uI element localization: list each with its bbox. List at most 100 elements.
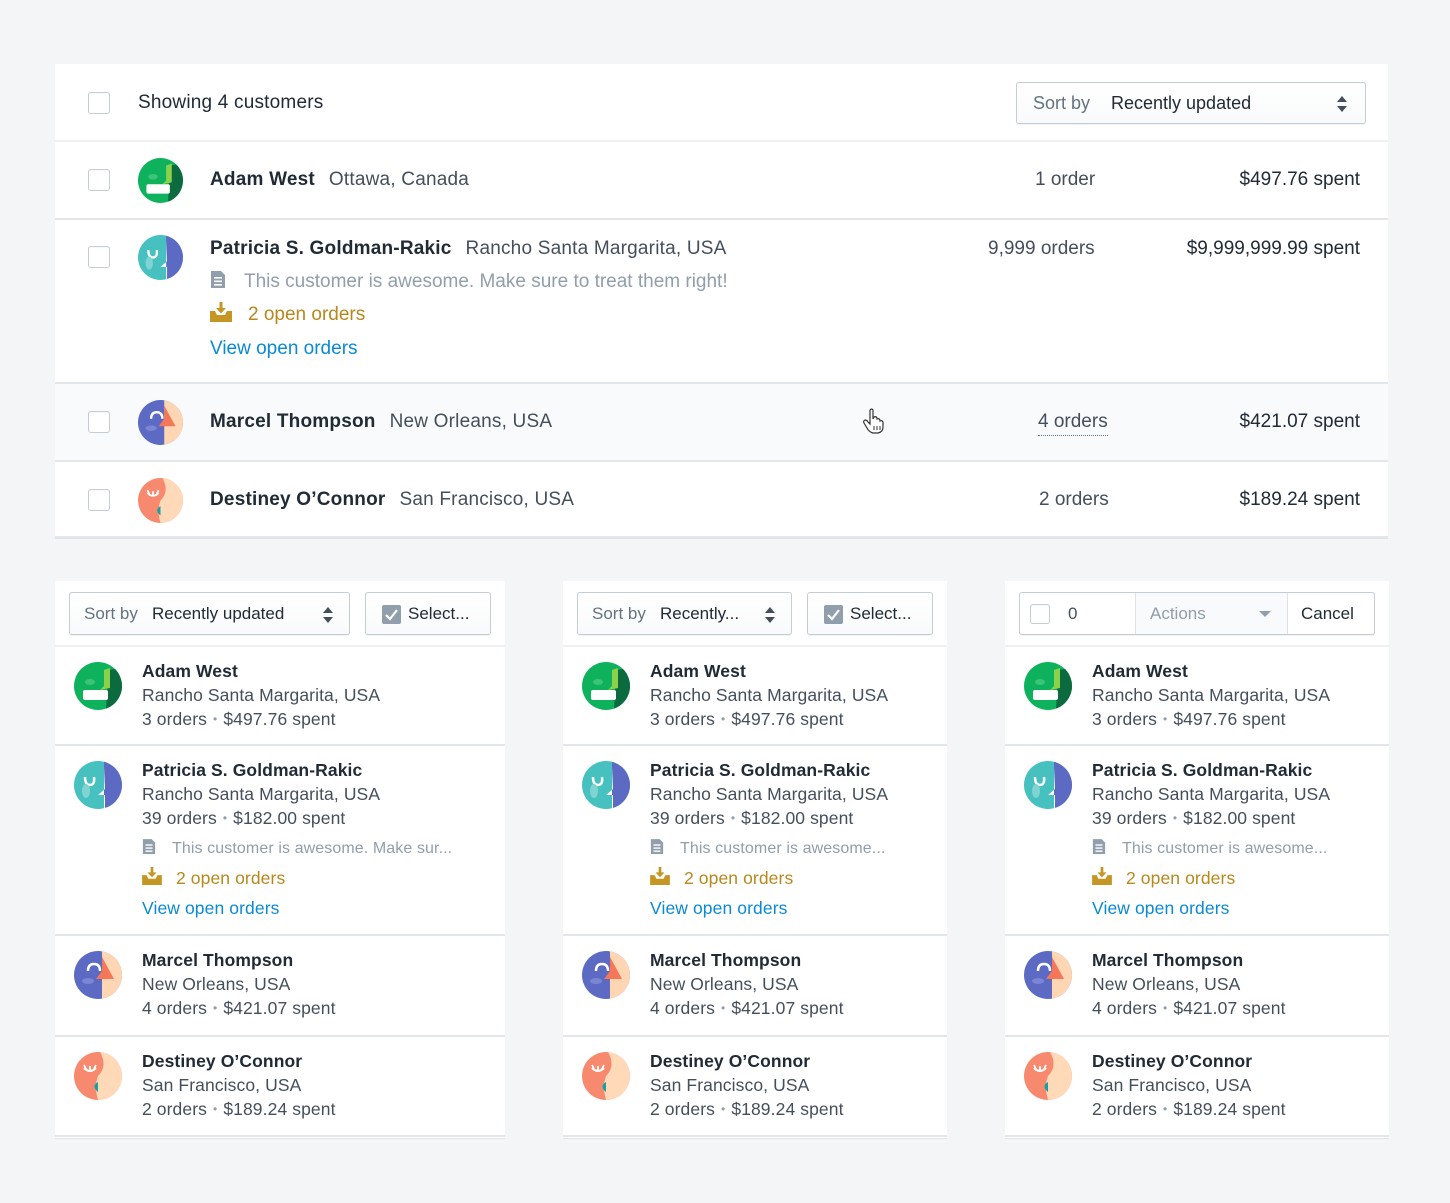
customer-list-mobile-bulk: 0 Actions Cancel Adam West Rancho Santa … — [1005, 581, 1389, 1138]
checkbox-checked-icon — [824, 605, 843, 624]
sort-value: Recently updated — [1111, 93, 1252, 113]
cancel-button[interactable]: Cancel — [1288, 593, 1374, 634]
customer-location: Rancho Santa Margarita, USA — [142, 685, 381, 705]
customer-list-item[interactable]: Patricia S. Goldman-Rakic Rancho Santa M… — [55, 746, 505, 936]
row-checkbox[interactable] — [88, 169, 110, 191]
avatar — [1024, 1052, 1072, 1100]
customer-location: New Orleans, USA — [1092, 974, 1241, 994]
customer-location: Rancho Santa Margarita, USA — [465, 238, 727, 259]
customer-location: Rancho Santa Margarita, USA — [650, 685, 889, 705]
sort-select[interactable]: Sort by Recently updated — [1016, 82, 1366, 124]
customer-name: Adam West — [142, 661, 238, 681]
customer-stats: 39 orders • $182.00 spent — [1092, 808, 1295, 829]
customer-list-item[interactable]: Destiney O’Connor San Francisco, USA 2 o… — [563, 1037, 947, 1137]
customer-list-item[interactable]: Patricia S. Goldman-Rakic Rancho Santa M… — [563, 746, 947, 936]
avatar — [138, 158, 183, 203]
customer-name: Adam West — [1092, 661, 1188, 681]
order-count: 39 orders — [650, 808, 725, 828]
row-checkbox[interactable] — [88, 489, 110, 511]
order-count: 1 order — [1035, 169, 1096, 190]
customer-list-item[interactable]: Marcel Thompson New Orleans, USA 4 order… — [1005, 936, 1389, 1037]
amount-spent: $497.76 spent — [1173, 709, 1286, 729]
avatar — [74, 1052, 122, 1100]
select-all-checkbox[interactable] — [88, 92, 110, 114]
customer-row[interactable]: Adam West Ottawa, Canada 1 order $497.76 … — [55, 142, 1388, 220]
customer-list-desktop: Showing 4 customers Sort by Recently upd… — [55, 64, 1388, 538]
view-open-orders-link[interactable]: View open orders — [650, 898, 787, 919]
sort-value: Recently updated — [152, 604, 285, 623]
customer-list-item[interactable]: Marcel Thompson New Orleans, USA 4 order… — [55, 936, 505, 1037]
customer-list-item[interactable]: Adam West Rancho Santa Margarita, USA 3 … — [1005, 647, 1389, 746]
separator-dot: • — [721, 1102, 726, 1116]
customer-row[interactable]: Destiney O’Connor San Francisco, USA 2 or… — [55, 462, 1388, 538]
customer-row[interactable]: Patricia S. Goldman-Rakic Rancho Santa Ma… — [55, 220, 1388, 384]
customer-location: San Francisco, USA — [1092, 1075, 1252, 1095]
actions-dropdown[interactable]: Actions — [1135, 593, 1288, 634]
amount-spent: $9,999,999.99 spent — [1186, 238, 1360, 259]
avatar — [582, 761, 630, 809]
inbox-download-icon — [210, 302, 232, 322]
sort-label: Sort by — [1033, 93, 1091, 113]
customer-location: San Francisco, USA — [650, 1075, 810, 1095]
order-count: 4 orders — [650, 998, 715, 1018]
row-checkbox[interactable] — [88, 246, 110, 268]
note-text: This customer is awesome... — [680, 840, 886, 857]
view-open-orders-link[interactable]: View open orders — [142, 898, 279, 919]
list-header: Showing 4 customers Sort by Recently upd… — [55, 64, 1388, 142]
order-count: 3 orders — [1092, 709, 1157, 729]
separator-dot: • — [1163, 1102, 1168, 1116]
customer-stats: 4 orders • $421.07 spent — [650, 998, 844, 1019]
caret-down-icon — [1259, 611, 1271, 617]
bulk-actions-toolbar: 0 Actions Cancel — [1005, 581, 1389, 647]
separator-dot: • — [721, 712, 726, 726]
checkbox-checked-icon — [382, 605, 401, 624]
avatar — [74, 662, 122, 710]
list-toolbar: Sort by Recently updated Select... — [55, 581, 505, 647]
view-open-orders-link[interactable]: View open orders — [210, 338, 358, 360]
amount-spent: $182.00 spent — [233, 808, 346, 828]
avatar — [1024, 951, 1072, 999]
bulk-actions-group: 0 Actions Cancel — [1019, 592, 1375, 635]
open-orders: 2 open orders — [210, 304, 365, 326]
amount-spent: $189.24 spent — [223, 1099, 336, 1119]
customer-location: San Francisco, USA — [399, 489, 575, 510]
customer-list-item[interactable]: Destiney O’Connor San Francisco, USA 2 o… — [1005, 1037, 1389, 1137]
customer-location: Rancho Santa Margarita, USA — [1092, 685, 1331, 705]
row-checkbox[interactable] — [88, 411, 110, 433]
customer-name: Adam West — [650, 661, 746, 681]
open-orders-text: 2 open orders — [176, 868, 286, 888]
view-open-orders-link[interactable]: View open orders — [1092, 898, 1229, 919]
customer-name: Adam West — [210, 169, 315, 190]
customer-stats: 3 orders • $497.76 spent — [142, 709, 336, 730]
sort-select[interactable]: Sort by Recently... — [577, 592, 792, 635]
customer-name: Destiney O’Connor — [1092, 1051, 1253, 1071]
customer-location: New Orleans, USA — [142, 974, 291, 994]
customer-row[interactable]: Marcel Thompson New Orleans, USA 4 orders… — [55, 384, 1388, 462]
sort-select[interactable]: Sort by Recently updated — [69, 592, 350, 635]
select-button[interactable]: Select... — [365, 592, 491, 635]
order-count: 2 orders — [650, 1099, 715, 1119]
customer-list-item[interactable]: Adam West Rancho Santa Margarita, USA 3 … — [563, 647, 947, 746]
order-count-link[interactable]: 4 orders — [1038, 411, 1108, 436]
customer-list-item[interactable]: Patricia S. Goldman-Rakic Rancho Santa M… — [1005, 746, 1389, 936]
customer-location: New Orleans, USA — [389, 411, 553, 432]
customer-stats: 2 orders • $189.24 spent — [142, 1099, 336, 1120]
separator-dot: • — [1172, 811, 1178, 825]
select-all-checkbox[interactable] — [1030, 604, 1050, 624]
customer-list-mobile-medium: Sort by Recently... Select... Adam West … — [563, 581, 947, 1138]
select-button-label: Select... — [850, 604, 912, 623]
separator-dot: • — [730, 811, 736, 825]
customer-list-item[interactable]: Marcel Thompson New Orleans, USA 4 order… — [563, 936, 947, 1037]
customer-list-item[interactable]: Adam West Rancho Santa Margarita, USA 3 … — [55, 647, 505, 746]
customer-stats: 3 orders • $497.76 spent — [1092, 709, 1286, 730]
customer-stats: 3 orders • $497.76 spent — [650, 709, 844, 730]
showing-count: Showing 4 customers — [138, 92, 324, 113]
customer-list-item[interactable]: Destiney O’Connor San Francisco, USA 2 o… — [55, 1037, 505, 1137]
separator-dot: • — [213, 712, 218, 726]
select-button[interactable]: Select... — [807, 592, 933, 635]
note-text: This customer is awesome. Make sur... — [172, 840, 453, 857]
note-icon — [1092, 838, 1106, 855]
separator-dot: • — [213, 1001, 218, 1015]
amount-spent: $189.24 spent — [731, 1099, 844, 1119]
inbox-download-icon — [142, 867, 162, 885]
